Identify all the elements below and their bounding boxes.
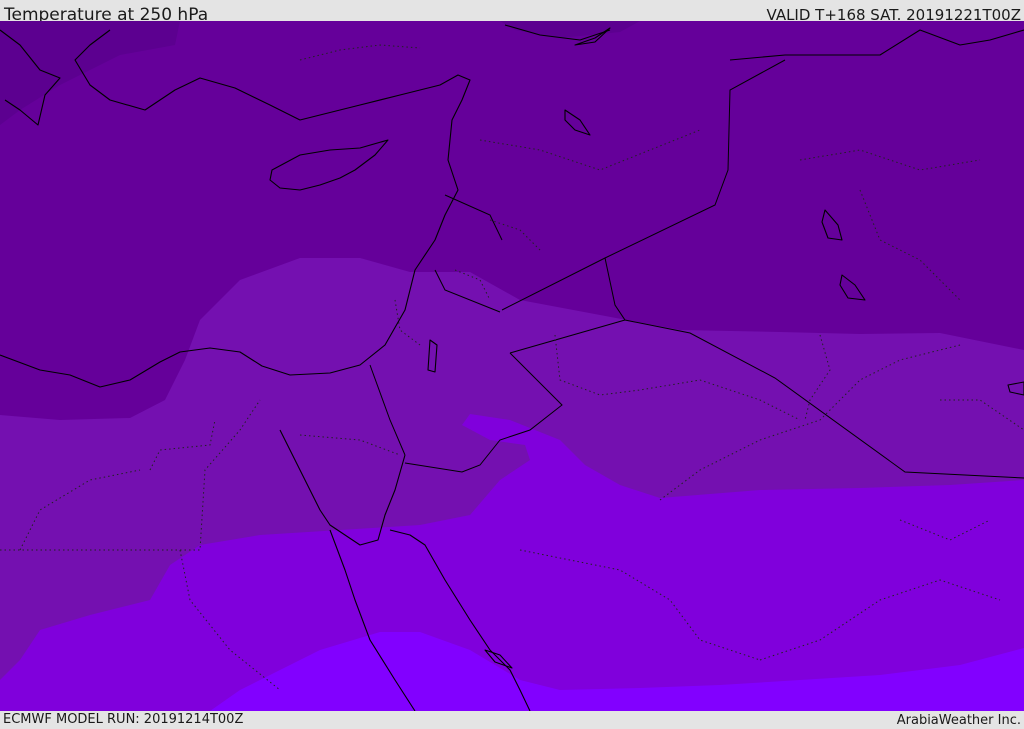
temperature-map	[0, 21, 1024, 711]
model-run: ECMWF MODEL RUN: 20191214T00Z	[3, 712, 244, 727]
credit: ArabiaWeather Inc.	[896, 713, 1021, 728]
header-bar: Temperature at 250 hPa VALID T+168 SAT. …	[0, 0, 1024, 25]
footer-bar: ECMWF MODEL RUN: 20191214T00Z ArabiaWeat…	[0, 711, 1024, 729]
